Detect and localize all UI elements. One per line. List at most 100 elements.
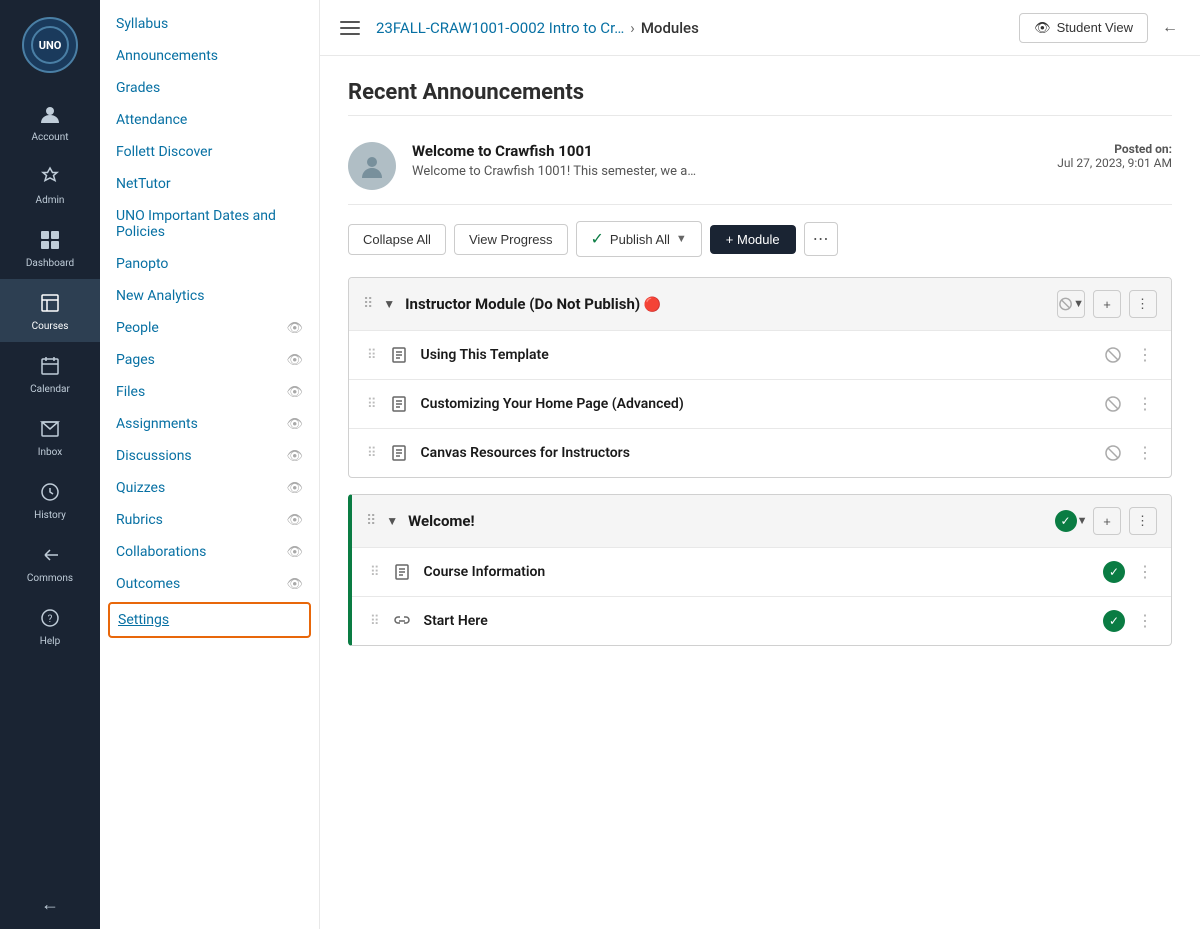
module-more-button[interactable]: ⋮ (1129, 290, 1157, 318)
item-customizing-home-name[interactable]: Customizing Your Home Page (Advanced) (421, 396, 1091, 412)
module-welcome: ⠿ ▼ Welcome! ✓ ▼ + ⋮ ⠿ (348, 494, 1172, 646)
student-view-button[interactable]: 👁 Student View (1019, 13, 1148, 43)
breadcrumb-current-page: Modules (641, 19, 699, 37)
course-nav-announcements[interactable]: Announcements (100, 40, 319, 72)
student-view-icon: 👁 (1034, 20, 1051, 36)
sidebar-item-label-commons: Commons (27, 573, 73, 584)
module-drag-handle-icon[interactable]: ⠿ (363, 296, 373, 312)
breadcrumb-course[interactable]: 23FALL-CRAW1001-O002 Intro to Cr… (376, 19, 624, 37)
publish-all-label: Publish All (610, 232, 670, 247)
course-nav-settings[interactable]: Settings (108, 602, 311, 638)
course-nav-outcomes[interactable]: Outcomes 👁 (100, 568, 319, 600)
history-icon (36, 478, 64, 506)
modules-toolbar: Collapse All View Progress ✓ Publish All… (348, 221, 1172, 257)
item-more-button[interactable]: ⋮ (1133, 441, 1157, 465)
module-dots-icon: ⋮ (1136, 296, 1150, 312)
item-drag-handle-icon[interactable]: ⠿ (370, 565, 380, 580)
item-drag-handle-icon[interactable]: ⠿ (367, 397, 377, 412)
announcements-title: Recent Announcements (348, 80, 1172, 116)
calendar-icon (36, 352, 64, 380)
module-more-button[interactable]: ⋮ (1129, 507, 1157, 535)
sidebar-item-label-courses: Courses (32, 321, 69, 332)
module-add-item-button[interactable]: + (1093, 507, 1121, 535)
item-actions-start-here: ✓ ⋮ (1103, 609, 1157, 633)
course-nav-follett[interactable]: Follett Discover (100, 136, 319, 168)
module-expand-icon[interactable]: ▼ (383, 297, 395, 311)
sidebar-item-dashboard[interactable]: Dashboard (0, 216, 100, 279)
item-more-button[interactable]: ⋮ (1133, 343, 1157, 367)
course-nav-attendance[interactable]: Attendance (100, 104, 319, 136)
item-drag-handle-icon[interactable]: ⠿ (367, 348, 377, 363)
course-nav-new-analytics[interactable]: New Analytics (100, 280, 319, 312)
nav-collapse-button[interactable]: ← (0, 880, 100, 929)
global-nav: UNO Account Admin Dashboard Courses Cale… (0, 0, 100, 929)
item-ban-button[interactable] (1101, 392, 1125, 416)
discussions-eye-icon: 👁 (286, 449, 303, 464)
item-actions-course-info: ✓ ⋮ (1103, 560, 1157, 584)
account-icon (36, 100, 64, 128)
hamburger-button[interactable] (336, 17, 364, 39)
course-nav-discussions[interactable]: Discussions 👁 (100, 440, 319, 472)
sidebar-item-inbox[interactable]: Inbox (0, 405, 100, 468)
item-actions-customizing-home: ⋮ (1101, 392, 1157, 416)
item-published-icon: ✓ (1103, 561, 1125, 583)
hamburger-line-2 (340, 27, 360, 29)
course-nav-nettutor[interactable]: NetTutor (100, 168, 319, 200)
sidebar-item-history[interactable]: History (0, 468, 100, 531)
course-nav-quizzes[interactable]: Quizzes 👁 (100, 472, 319, 504)
assignments-eye-icon: 👁 (286, 417, 303, 432)
module-expand-icon[interactable]: ▼ (386, 514, 398, 528)
item-drag-handle-icon[interactable]: ⠿ (367, 446, 377, 461)
sidebar-item-admin[interactable]: Admin (0, 153, 100, 216)
item-page-icon (387, 392, 411, 416)
sidebar-item-courses[interactable]: Courses (0, 279, 100, 342)
more-options-button[interactable]: ⋯ (804, 222, 838, 256)
item-canvas-resources-name[interactable]: Canvas Resources for Instructors (421, 445, 1091, 461)
item-more-button[interactable]: ⋮ (1133, 560, 1157, 584)
publish-all-button[interactable]: ✓ Publish All ▼ (576, 221, 702, 257)
course-nav-panopto[interactable]: Panopto (100, 248, 319, 280)
item-course-info-name[interactable]: Course Information (424, 564, 1093, 580)
module-instructor: ⠿ ▼ Instructor Module (Do Not Publish) 🔴… (348, 277, 1172, 478)
sidebar-item-label-admin: Admin (36, 195, 65, 206)
item-ban-button[interactable] (1101, 343, 1125, 367)
course-nav-rubrics[interactable]: Rubrics 👁 (100, 504, 319, 536)
item-ban-button[interactable] (1101, 441, 1125, 465)
add-module-button[interactable]: + Module (710, 225, 796, 254)
collapse-nav-button[interactable]: ← (1156, 13, 1184, 43)
item-more-button[interactable]: ⋮ (1133, 609, 1157, 633)
sidebar-item-calendar[interactable]: Calendar (0, 342, 100, 405)
item-using-template-name[interactable]: Using This Template (421, 347, 1091, 363)
item-page-icon (390, 560, 414, 584)
module-instructor-actions: ▼ + ⋮ (1057, 290, 1157, 318)
course-nav-pages[interactable]: Pages 👁 (100, 344, 319, 376)
course-nav-people[interactable]: People 👁 (100, 312, 319, 344)
course-nav-assignments[interactable]: Assignments 👁 (100, 408, 319, 440)
item-actions-using-template: ⋮ (1101, 343, 1157, 367)
item-dots-icon: ⋮ (1137, 394, 1153, 414)
course-nav-grades[interactable]: Grades (100, 72, 319, 104)
view-progress-button[interactable]: View Progress (454, 224, 568, 255)
sidebar-item-label-calendar: Calendar (30, 384, 70, 395)
collapse-all-button[interactable]: Collapse All (348, 224, 446, 255)
sidebar-item-label-help: Help (40, 636, 60, 647)
course-nav-files[interactable]: Files 👁 (100, 376, 319, 408)
sidebar-item-account[interactable]: Account (0, 90, 100, 153)
module-unpublish-button[interactable]: ▼ (1057, 290, 1085, 318)
module-published-button[interactable]: ✓ ▼ (1057, 507, 1085, 535)
item-drag-handle-icon[interactable]: ⠿ (370, 614, 380, 629)
course-nav-syllabus[interactable]: Syllabus (100, 8, 319, 40)
sidebar-item-commons[interactable]: Commons (0, 531, 100, 594)
course-nav-collaborations[interactable]: Collaborations 👁 (100, 536, 319, 568)
item-start-here-name[interactable]: Start Here (424, 613, 1093, 629)
sidebar-item-help[interactable]: ? Help (0, 594, 100, 657)
module-add-item-button[interactable]: + (1093, 290, 1121, 318)
announcement-title[interactable]: Welcome to Crawfish 1001 (412, 142, 1041, 160)
item-more-button[interactable]: ⋮ (1133, 392, 1157, 416)
publish-dropdown-arrow-icon: ▼ (676, 233, 687, 245)
help-icon: ? (36, 604, 64, 632)
module-drag-handle-icon[interactable]: ⠿ (366, 513, 376, 529)
course-nav-uno-dates[interactable]: UNO Important Dates and Policies (100, 200, 319, 248)
sidebar-item-label-inbox: Inbox (38, 447, 62, 458)
collapse-nav-icon: ← (1162, 19, 1178, 36)
